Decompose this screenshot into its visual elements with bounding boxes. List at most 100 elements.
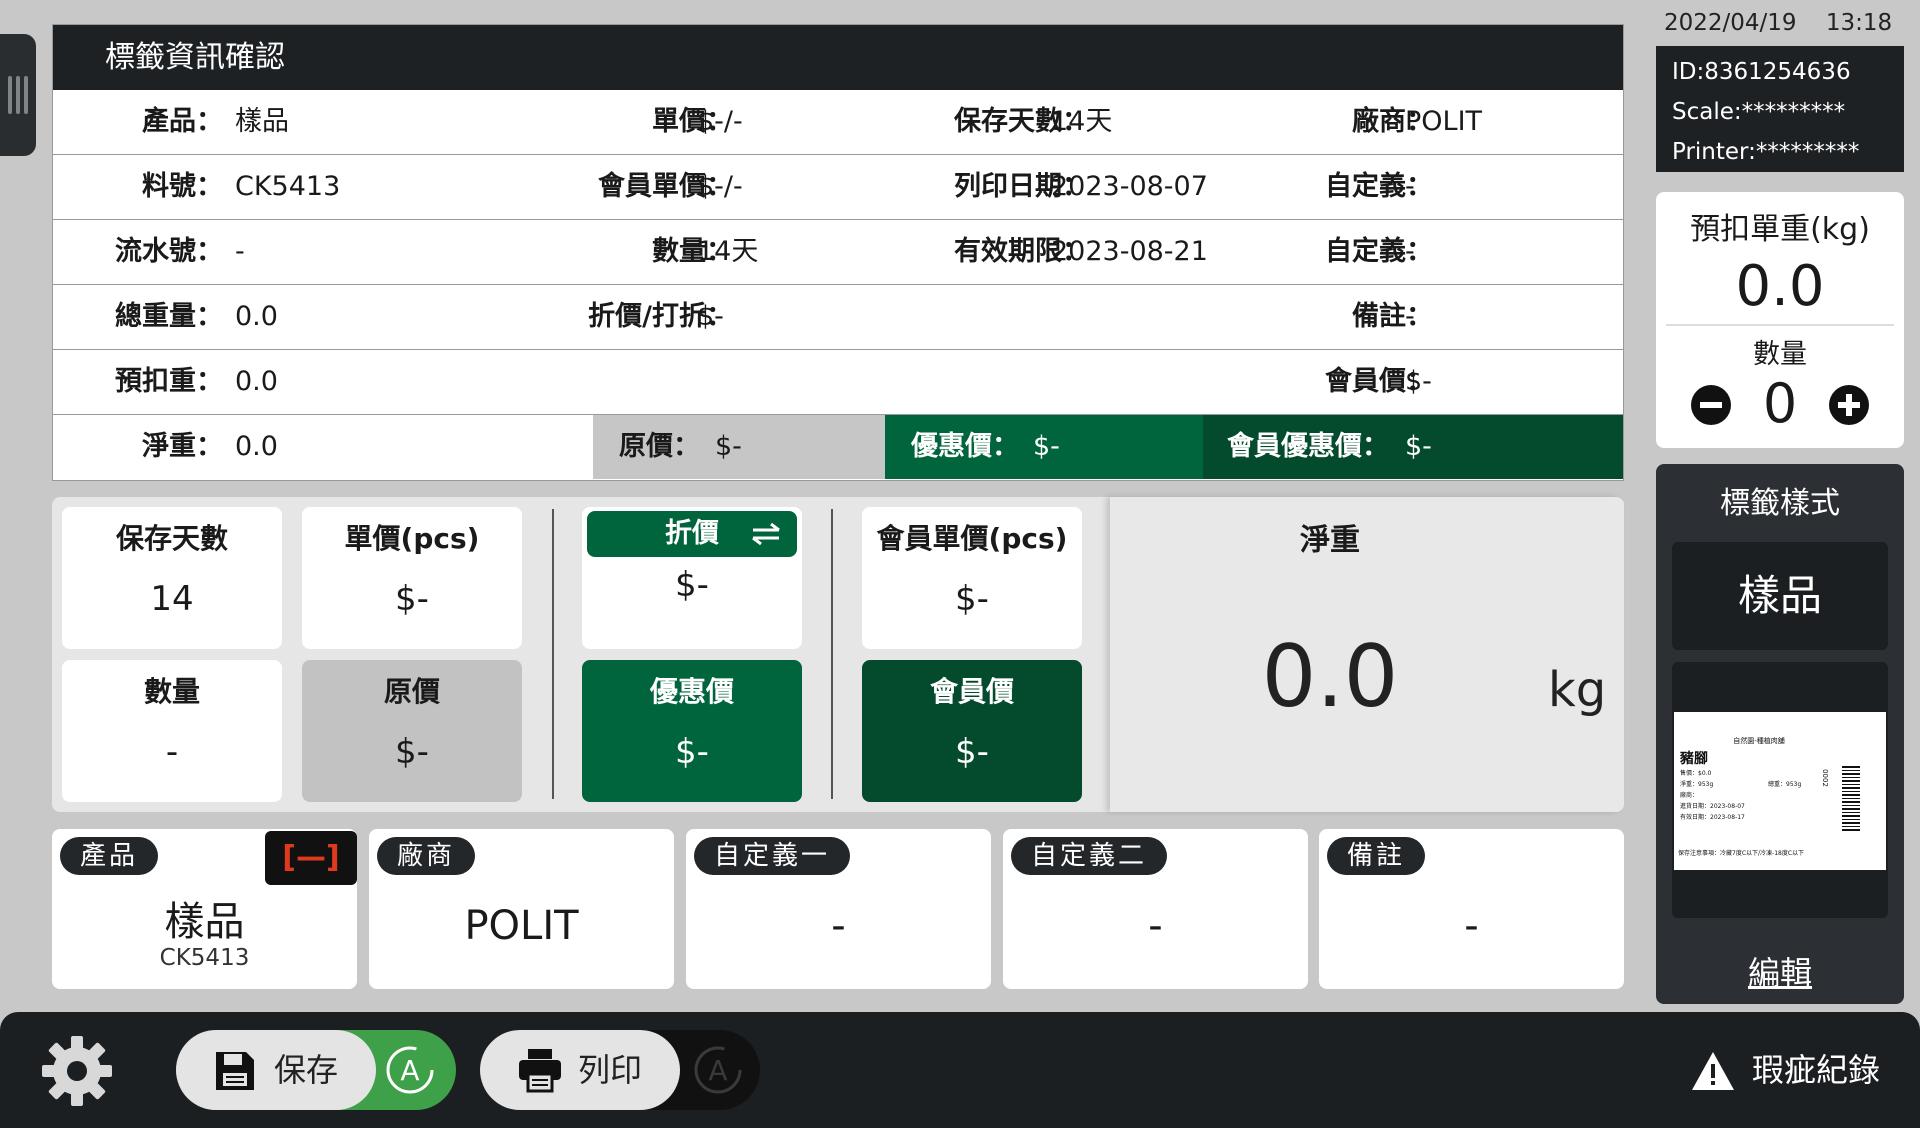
barcode-bracket-icon[interactable]: [—] (265, 831, 357, 885)
original-price-card[interactable]: 原價 $- (302, 660, 522, 802)
info-value: $-/- (697, 171, 743, 202)
label-preview-line: 有效日期：2023-08-17 (1680, 814, 1745, 821)
device-info: ID:8361254636 Scale:********* Printer:**… (1656, 46, 1904, 172)
auto-print-icon[interactable]: A (692, 1044, 744, 1096)
member-unit-price-label: 會員單價(pcs) (876, 522, 1068, 555)
info-label: 產品： (142, 106, 223, 137)
original-price-band: 原價： $- (593, 415, 885, 479)
custom1-tag: 自定義一 (694, 837, 851, 875)
info-label: 自定義： (1325, 236, 1433, 267)
label-preview-gross: 總重：953g (1768, 781, 1802, 788)
vendor-card[interactable]: 廠商 POLIT (369, 829, 674, 989)
info-value: - (235, 236, 245, 267)
member-price-card[interactable]: 會員價 $- (862, 660, 1082, 802)
original-price-label: 原價： (619, 431, 700, 462)
label-preview-line: 進貨日期：2023-08-07 (1680, 803, 1745, 810)
tare-value[interactable]: 0.0 (1656, 254, 1904, 319)
product-name: 樣品 (164, 899, 245, 945)
member-price-card-value: $- (955, 732, 989, 772)
member-promo-price-label: 會員優惠價： (1227, 431, 1389, 462)
net-weight-display: 淨重 0.0 kg (1110, 497, 1624, 812)
info-value: - (1405, 171, 1415, 202)
unit-price-card[interactable]: 單價(pcs) $- (302, 507, 522, 649)
member-price-card-label: 會員價 (929, 675, 1014, 708)
gear-icon[interactable] (40, 1034, 114, 1108)
printer-icon (519, 1049, 561, 1093)
label-preview-product: 豬腳 (1680, 751, 1708, 767)
print-label: 列印 (578, 1051, 643, 1089)
info-value: 0.0 (235, 366, 278, 397)
info-value: $- (697, 301, 724, 332)
net-weight-label: 淨重： (142, 431, 223, 462)
print-main[interactable]: 列印 (480, 1030, 680, 1110)
datetime: 2022/04/19 13:18 (1664, 10, 1892, 36)
plus-icon[interactable] (1828, 384, 1870, 426)
price-entry-panel: 保存天數 14 單價(pcs) $- 折價 $- 會員單價(pcs) $- 數量… (52, 497, 1624, 812)
label-style-panel: 標籤樣式 樣品 自然園-種植肉舖 豬腳 售價：$0.0 淨重：953g 廠商： … (1656, 464, 1904, 1004)
info-row: 預扣重： 0.0 會員價： $- (53, 350, 1623, 415)
barcode-icon (1842, 766, 1860, 832)
label-preview-header: 自然園-種植肉舖 (1733, 737, 1785, 745)
floppy-disk-icon (216, 1052, 254, 1090)
label-preview-line: 廠商： (1680, 792, 1699, 799)
discount-toggle[interactable]: 折價 (587, 511, 797, 557)
label-style-name[interactable]: 樣品 (1672, 542, 1888, 650)
info-value: 2023-08-21 (1051, 236, 1208, 267)
info-value: 樣品 (235, 106, 289, 137)
custom1-card[interactable]: 自定義一 - (686, 829, 991, 989)
swap-arrows-icon (752, 523, 780, 545)
defect-record-label: 瑕疵紀錄 (1752, 1051, 1881, 1089)
save-button[interactable]: 保存 A (176, 1030, 456, 1110)
net-weight-title: 淨重 (1300, 523, 1360, 558)
label-info-panel: 標籤資訊確認 產品： 樣品 單價： $-/- 保存天數： 14天 廠商： POL… (52, 24, 1624, 481)
member-promo-price-band: 會員優惠價： $- (1203, 415, 1623, 479)
tare-qty-label: 數量 (1753, 339, 1807, 370)
product-card[interactable]: 產品 [—] 樣品 CK5413 (52, 829, 357, 989)
tare-box: 預扣單重(kg) 0.0 數量 0 (1656, 192, 1904, 448)
promo-price-label: 優惠價： (911, 431, 1019, 462)
save-label: 保存 (274, 1051, 339, 1089)
member-unit-price-card[interactable]: 會員單價(pcs) $- (862, 507, 1082, 649)
info-row-prices: 淨重： 0.0 原價： $- 優惠價： $- 會員優惠價： $- (53, 415, 1623, 480)
net-weight-reading: 0.0 (1261, 627, 1399, 727)
printer-id: Printer:********* (1672, 139, 1860, 165)
edit-link[interactable]: 編輯 (1656, 948, 1904, 994)
info-label: 折價/打折： (588, 301, 733, 332)
label-preview-line: 淨重：953g (1680, 781, 1714, 788)
info-label: 總重量： (115, 301, 223, 332)
note-card[interactable]: 備註 - (1319, 829, 1624, 989)
vendor-tag: 廠商 (377, 837, 476, 875)
label-preview-footer: 保存注意事項：冷藏7度C以下/冷凍-18度C以下 (1678, 850, 1805, 857)
info-row: 流水號： - 數量： 14天 有效期限： 2023-08-21 自定義： - (53, 220, 1623, 285)
label-preview-frame[interactable]: 自然園-種植肉舖 豬腳 售價：$0.0 淨重：953g 廠商： 進貨日期：202… (1672, 662, 1888, 918)
promo-price-value: $- (1033, 431, 1060, 462)
info-row: 產品： 樣品 單價： $-/- 保存天數： 14天 廠商： POLIT (53, 90, 1623, 155)
unit-price-label: 單價(pcs) (344, 522, 480, 555)
vendor-value: POLIT (464, 903, 579, 949)
svg-text:A: A (400, 1054, 419, 1087)
info-label: 會員單價： (598, 171, 733, 202)
label-preview-code: 0002 (1820, 769, 1829, 787)
quantity-label: 數量 (143, 675, 200, 708)
warning-icon (1692, 1052, 1734, 1090)
info-label: 料號： (142, 171, 223, 202)
promo-price-card[interactable]: 優惠價 $- (582, 660, 802, 802)
shelf-days-card[interactable]: 保存天數 14 (62, 507, 282, 649)
time: 13:18 (1825, 10, 1893, 36)
quantity-value: - (165, 732, 179, 772)
divider (831, 509, 833, 799)
save-main[interactable]: 保存 (176, 1030, 376, 1110)
quantity-card[interactable]: 數量 - (62, 660, 282, 802)
svg-text:A: A (708, 1054, 727, 1087)
print-button[interactable]: 列印 A (480, 1030, 760, 1110)
discount-value: $- (675, 565, 709, 605)
defect-record-button[interactable]: 瑕疵紀錄 (1690, 1040, 1880, 1100)
custom2-tag: 自定義二 (1011, 837, 1168, 875)
custom2-card[interactable]: 自定義二 - (1003, 829, 1308, 989)
auto-save-icon[interactable]: A (384, 1044, 436, 1096)
discount-card[interactable]: 折價 $- (582, 507, 802, 649)
info-value: 0.0 (235, 301, 278, 332)
custom2-value: - (1148, 903, 1163, 949)
side-drawer-handle[interactable] (0, 34, 36, 156)
label-preview-lines: 售價：$0.0 淨重：953g 廠商： 進貨日期：2023-08-07 有效日期… (1680, 768, 1745, 823)
